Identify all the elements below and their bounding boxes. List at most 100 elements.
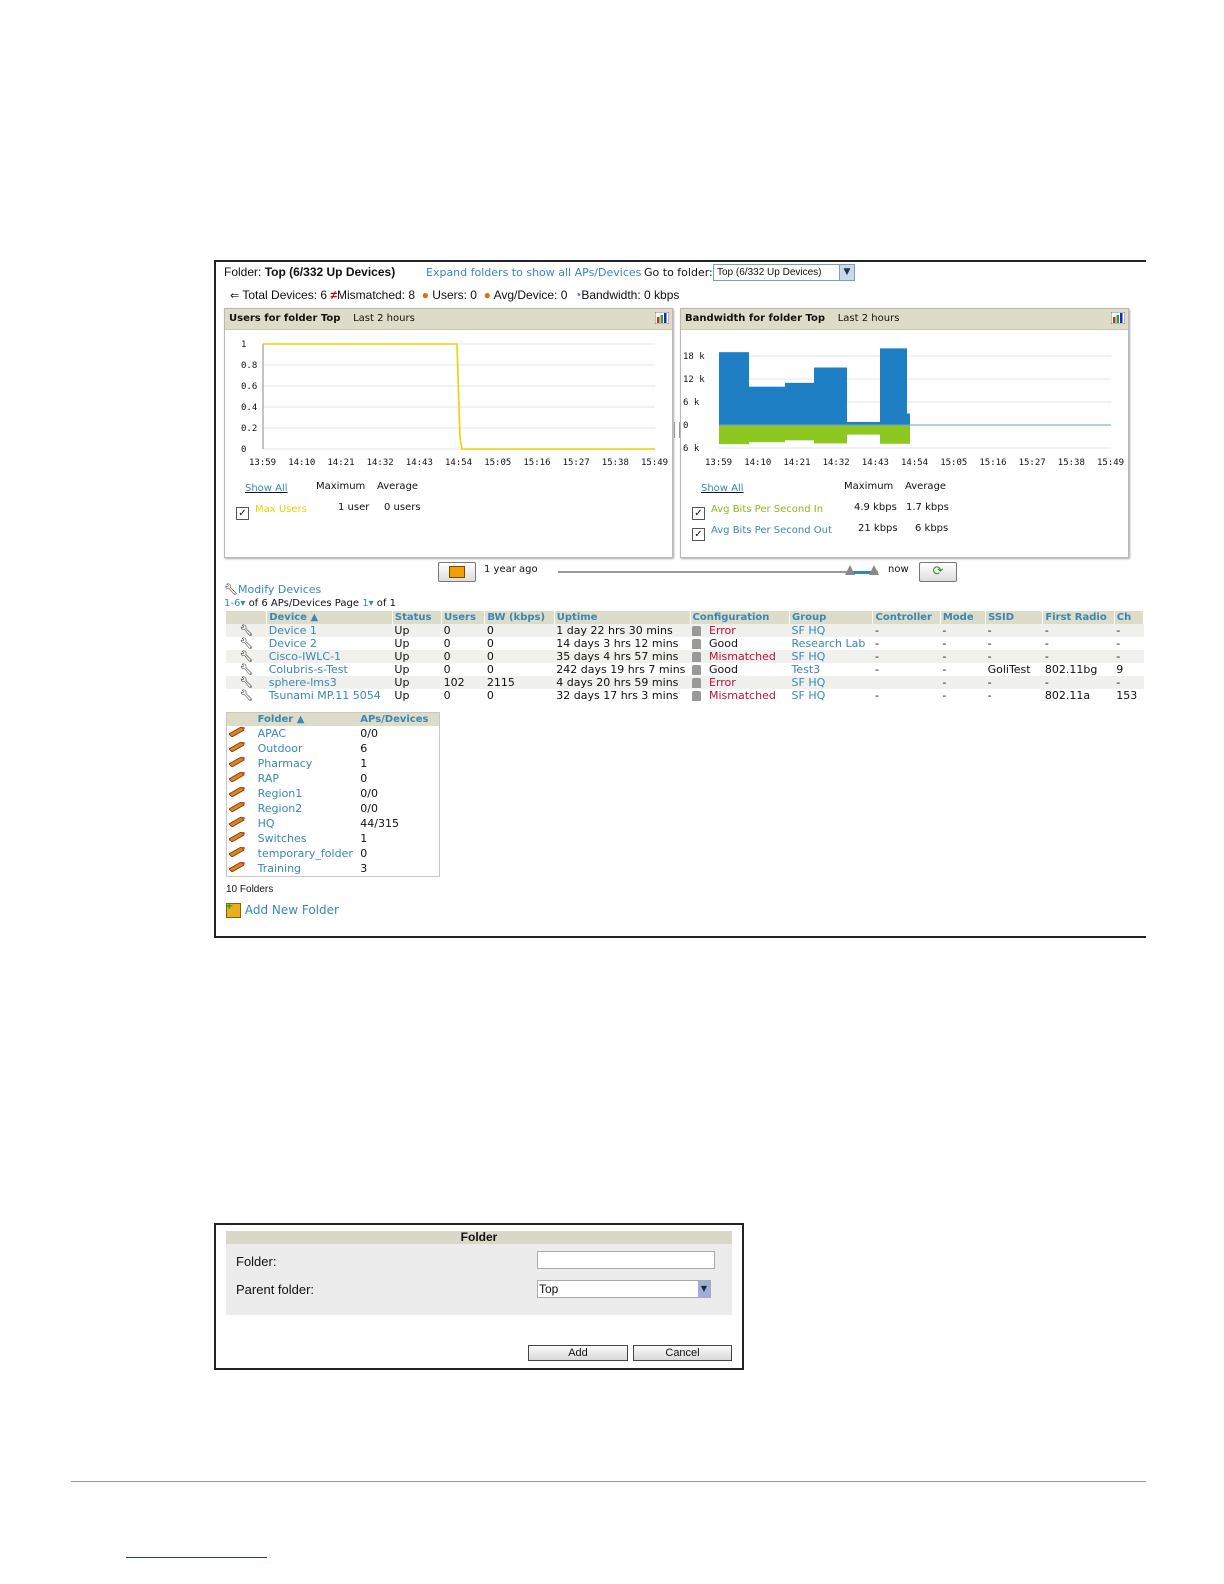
cell-tools[interactable]: 🔧︎ <box>226 650 267 663</box>
col-aps-devices[interactable]: APs/Devices <box>358 712 440 726</box>
list-item[interactable]: RAP 0 <box>227 771 440 786</box>
col-first-radio[interactable]: First Radio <box>1042 611 1115 624</box>
col-bw[interactable]: BW (kbps) <box>484 611 555 624</box>
cell-edit[interactable] <box>227 861 256 877</box>
cell-group[interactable]: SF HQ <box>789 650 873 663</box>
col-controller[interactable]: Controller <box>872 611 941 624</box>
max-users-checkbox[interactable]: ✓ <box>236 503 249 522</box>
col-group[interactable]: Group <box>789 611 874 624</box>
folder-name[interactable]: Training <box>256 861 359 877</box>
table-row[interactable]: 🔧︎ Device 2 Up 0 0 14 days 3 hrs 12 mins Good R… <box>226 637 1144 650</box>
folder-name[interactable]: RAP <box>256 771 359 786</box>
folder-name[interactable]: HQ <box>256 816 359 831</box>
bits-in-checkbox[interactable]: ✓ <box>692 503 705 522</box>
folder-name[interactable]: Pharmacy <box>256 756 359 771</box>
timeline-end-handle[interactable] <box>869 565 879 575</box>
cell-edit[interactable] <box>227 726 256 741</box>
timeline-back-button[interactable] <box>438 562 476 582</box>
folder-name[interactable]: APAC <box>256 726 359 741</box>
wrench-icon[interactable]: 🔧︎ <box>239 676 253 689</box>
cell-edit[interactable] <box>227 786 256 801</box>
cell-device[interactable]: Tsunami MP.11 5054 <box>267 689 393 702</box>
cell-group[interactable]: SF HQ <box>789 676 873 689</box>
range-dropdown-icon[interactable]: ▾ <box>240 598 245 609</box>
cell-edit[interactable] <box>227 831 256 846</box>
cell-group[interactable]: Test3 <box>790 663 873 676</box>
cell-tools[interactable]: 🔧︎ <box>226 689 267 702</box>
col-ch[interactable]: Ch <box>1114 611 1145 624</box>
cell-edit[interactable] <box>227 801 256 816</box>
bw-show-all-link[interactable]: Show All <box>701 483 744 494</box>
col-configuration[interactable]: Configuration <box>690 611 791 624</box>
pencil-icon[interactable] <box>229 787 245 797</box>
cell-tools[interactable]: 🔧︎ <box>226 624 267 637</box>
cell-tools[interactable]: 🔧︎ <box>226 637 267 650</box>
folder-name-input[interactable] <box>537 1251 715 1269</box>
folder-name[interactable]: Region2 <box>256 801 359 816</box>
col-uptime[interactable]: Uptime <box>554 611 691 624</box>
wrench-icon[interactable]: 🔧︎ <box>239 637 253 650</box>
timeline-track[interactable] <box>558 571 878 573</box>
cell-edit[interactable] <box>227 846 256 861</box>
cell-tools[interactable]: 🔧︎ <box>226 676 267 689</box>
list-item[interactable]: Region2 0/0 <box>227 801 440 816</box>
bits-out-checkbox[interactable]: ✓ <box>692 524 705 543</box>
list-item[interactable]: Switches 1 <box>227 831 440 846</box>
pencil-icon[interactable] <box>229 817 245 827</box>
cell-edit[interactable] <box>227 741 256 756</box>
folder-name[interactable]: Outdoor <box>256 741 359 756</box>
chart-options-icon[interactable] <box>1111 312 1125 324</box>
range-select[interactable]: 1-6 <box>224 598 240 609</box>
cell-edit[interactable] <box>227 771 256 786</box>
folder-name[interactable]: temporary_folder <box>256 846 359 861</box>
pencil-icon[interactable] <box>229 772 245 782</box>
col-device[interactable]: Device ▲ <box>266 611 393 624</box>
cell-device[interactable]: Device 2 <box>267 637 393 650</box>
pencil-icon[interactable] <box>229 862 245 872</box>
cell-device[interactable]: sphere-lms3 <box>266 676 393 689</box>
chart-options-icon[interactable] <box>655 312 669 324</box>
list-item[interactable]: Region1 0/0 <box>227 786 440 801</box>
pencil-icon[interactable] <box>229 847 245 857</box>
add-button[interactable]: Add <box>528 1345 628 1361</box>
cancel-button[interactable]: Cancel <box>633 1345 732 1361</box>
cell-tools[interactable]: 🔧︎ <box>226 663 267 676</box>
chevron-down-icon[interactable]: ▼ <box>698 1281 710 1297</box>
table-row[interactable]: 🔧︎ Device 1 Up 0 0 1 day 22 hrs 30 mins Error S… <box>226 624 1144 637</box>
folder-name[interactable]: Switches <box>256 831 359 846</box>
wrench-icon[interactable]: 🔧︎ <box>239 689 253 702</box>
pencil-icon[interactable] <box>229 832 245 842</box>
timeline-start-handle[interactable] <box>845 565 855 575</box>
cell-group[interactable]: Research Lab <box>790 637 873 650</box>
footer-link-underline[interactable] <box>126 1557 267 1558</box>
wrench-icon[interactable]: 🔧︎ <box>239 624 253 637</box>
col-users[interactable]: Users <box>441 611 486 624</box>
cell-edit[interactable] <box>227 816 256 831</box>
col-ssid[interactable]: SSID <box>985 611 1044 624</box>
parent-folder-select[interactable]: Top ▼ <box>537 1280 711 1298</box>
refresh-icon[interactable]: ⟳ <box>919 562 957 582</box>
list-item[interactable]: temporary_folder 0 <box>227 846 440 861</box>
expand-folders-link[interactable]: Expand folders to show all APs/Devices <box>426 266 641 279</box>
wrench-icon[interactable]: 🔧︎ <box>239 650 253 663</box>
list-item[interactable]: Training 3 <box>227 861 440 877</box>
col-status[interactable]: Status <box>392 611 443 624</box>
table-row[interactable]: 🔧︎ Colubris-s-Test Up 0 0 242 days 19 hrs 7 m… <box>226 663 1144 676</box>
table-row[interactable]: 🔧︎ sphere-lms3 Up 102 2115 4 days 20 hrs 59 m… <box>226 676 1144 689</box>
list-item[interactable]: HQ 44/315 <box>227 816 440 831</box>
wrench-icon[interactable]: 🔧︎ <box>239 663 253 676</box>
page-dropdown-icon[interactable]: ▾ <box>369 598 374 609</box>
cell-device[interactable]: Device 1 <box>266 624 393 637</box>
col-folder[interactable]: Folder ▲ <box>255 712 359 726</box>
list-item[interactable]: APAC 0/0 <box>227 726 440 741</box>
col-mode[interactable]: Mode <box>940 611 987 624</box>
modify-devices-link[interactable]: 🔧︎Modify Devices <box>224 583 321 596</box>
goto-folder-select[interactable]: Top (6/332 Up Devices) ▼ <box>713 264 855 281</box>
table-row[interactable]: 🔧︎ Cisco-IWLC-1 Up 0 0 35 days 4 hrs 57 mins M… <box>226 650 1144 663</box>
cell-device[interactable]: Cisco-IWLC-1 <box>266 650 393 663</box>
cell-group[interactable]: SF HQ <box>789 624 873 637</box>
add-new-folder-link[interactable]: + Add New Folder <box>225 901 339 918</box>
folder-name[interactable]: Region1 <box>256 786 359 801</box>
table-row[interactable]: 🔧︎ Tsunami MP.11 5054 Up 0 0 32 days 17 hrs 3… <box>226 689 1144 702</box>
pencil-icon[interactable] <box>229 727 245 737</box>
